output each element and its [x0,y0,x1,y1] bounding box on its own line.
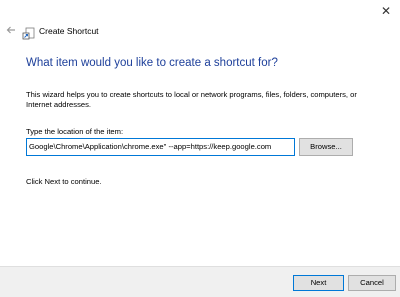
title-bar: ✕ [0,0,400,26]
button-bar: Next Cancel [0,266,400,297]
location-label: Type the location of the item: [26,127,124,136]
continue-instruction: Click Next to continue. [26,177,102,186]
back-arrow-icon [6,26,15,34]
page-heading: What item would you like to create a sho… [26,57,278,69]
close-button[interactable]: ✕ [376,2,396,20]
browse-button[interactable]: Browse... [299,138,353,156]
wizard-description: This wizard helps you to create shortcut… [26,90,357,109]
window-title: Create Shortcut [39,26,99,36]
cancel-button[interactable]: Cancel [348,275,396,291]
back-button[interactable] [3,24,19,40]
location-input[interactable]: Google\Chrome\Application\chrome.exe" --… [26,138,295,156]
next-button[interactable]: Next [293,275,344,291]
close-icon: ✕ [380,4,392,18]
shortcut-icon [22,26,36,40]
create-shortcut-window: ✕ Create Shortcut What item would you li… [0,0,400,297]
